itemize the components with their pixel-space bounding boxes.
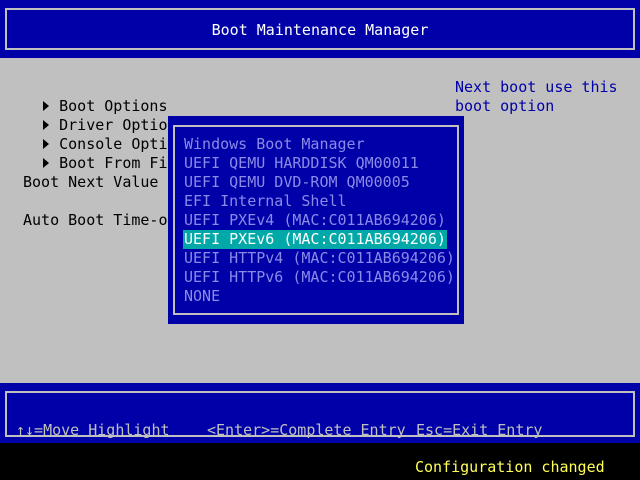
popup-option-windows-boot-manager[interactable]: Windows Boot Manager <box>183 135 366 154</box>
help-text-line-1: Next boot use this <box>455 78 618 96</box>
popup-option-efi-internal-shell[interactable]: EFI Internal Shell <box>183 192 348 211</box>
popup-option-pxev4[interactable]: UEFI PXEv4 (MAC:C011AB694206) <box>183 211 447 230</box>
bios-screen: Boot Maintenance Manager Boot Options Dr… <box>0 0 640 480</box>
popup-option-qemu-harddisk[interactable]: UEFI QEMU HARDDISK QM00011 <box>183 154 420 173</box>
exit-entry-hint: Esc=Exit Entry <box>416 421 543 439</box>
move-highlight-hint: ↑↓=Move Highlight <box>16 421 170 439</box>
complete-entry-hint: <Enter>=Complete Entry <box>207 421 406 439</box>
popup-option-httpv6[interactable]: UEFI HTTPv6 (MAC:C011AB694206) <box>183 268 456 287</box>
status-message: Configuration changed <box>415 458 605 476</box>
popup-option-none[interactable]: NONE <box>183 287 221 306</box>
popup-option-httpv4[interactable]: UEFI HTTPv4 (MAC:C011AB694206) <box>183 249 456 268</box>
menu-item-boot-options[interactable]: Boot Options <box>7 78 168 115</box>
popup-option-qemu-dvd-rom[interactable]: UEFI QEMU DVD-ROM QM00005 <box>183 173 411 192</box>
menu-item-console-options[interactable]: Console Options <box>7 116 195 153</box>
help-text-line-2: boot option <box>455 97 555 115</box>
triangle-right-icon <box>43 158 50 168</box>
page-title: Boot Maintenance Manager <box>211 21 429 39</box>
menu-item-boot-from-file[interactable]: Boot From File <box>7 135 186 172</box>
popup-option-pxev6-selected[interactable]: UEFI PXEv6 (MAC:C011AB694206) <box>183 230 447 249</box>
menu-item-driver-options[interactable]: Driver Options <box>7 97 186 134</box>
menu-item-label: Boot From File <box>59 154 186 172</box>
auto-boot-timeout-field[interactable]: Auto Boot Time-out <box>23 211 186 230</box>
boot-next-value-field[interactable]: Boot Next Value <box>23 173 158 192</box>
